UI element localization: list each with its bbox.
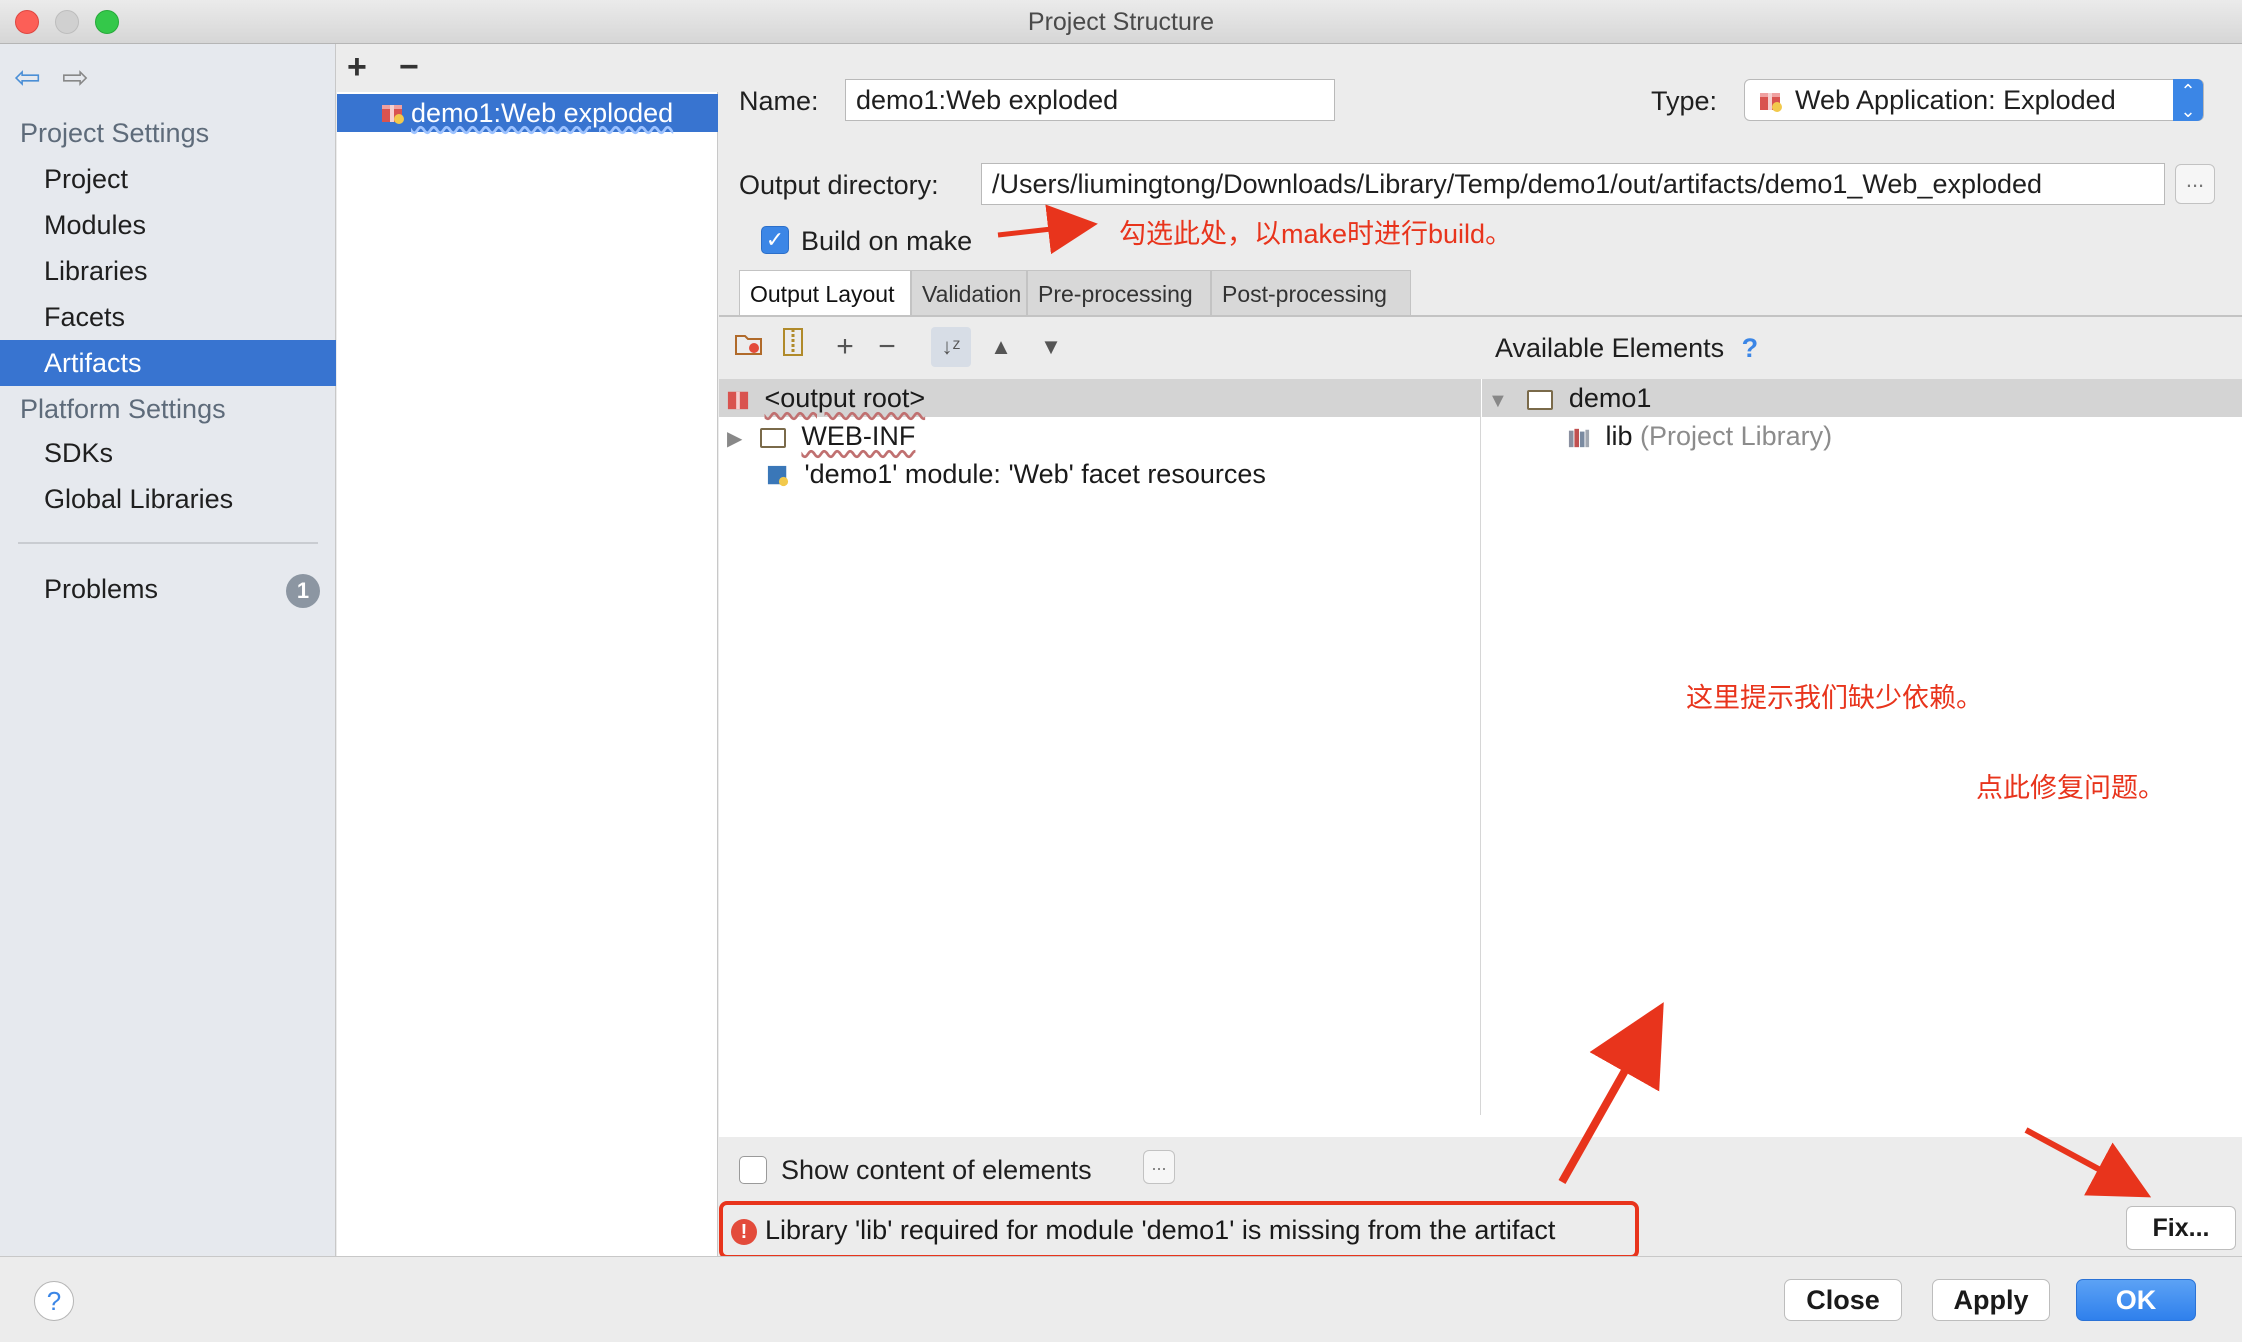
folder-icon [759, 427, 786, 448]
sidebar-item-global-libraries[interactable]: Global Libraries [0, 476, 336, 522]
tree-label-suffix: (Project Library) [1640, 421, 1833, 451]
sidebar-item-modules[interactable]: Modules [0, 202, 336, 248]
tab-output-layout[interactable]: Output Layout [739, 270, 911, 316]
error-message-box: ! Library 'lib' required for module 'dem… [719, 1201, 1639, 1259]
output-root-icon [727, 391, 749, 410]
sidebar-item-libraries[interactable]: Libraries [0, 248, 336, 294]
name-input[interactable]: demo1:Web exploded [845, 79, 1335, 121]
sidebar-item-artifacts[interactable]: Artifacts [0, 340, 336, 386]
web-artifact-icon [382, 105, 404, 124]
build-on-make-label[interactable]: Build on make [801, 226, 972, 257]
output-layout-panel: + − ↓ᶻ ▲ ▼ Available Elements ? <output … [719, 317, 2242, 1137]
tree-row-lib[interactable]: lib (Project Library) [1482, 417, 1832, 455]
tree-row-output-root[interactable]: <output root> [719, 379, 1481, 417]
show-content-checkbox[interactable] [739, 1156, 767, 1184]
tree-row-facet-resources[interactable]: 'demo1' module: 'Web' facet resources [719, 455, 1266, 493]
type-value: Web Application: Exploded [1795, 85, 2116, 115]
tree-label: 'demo1' module: 'Web' facet resources [804, 459, 1266, 489]
dialog-footer: ? Close Apply OK [0, 1256, 2242, 1342]
tab-pre-processing[interactable]: Pre-processing [1027, 270, 1211, 316]
sidebar-divider [18, 542, 318, 544]
web-artifact-icon [1760, 93, 1782, 112]
module-folder-icon [1527, 389, 1554, 410]
problems-label: Problems [44, 574, 159, 604]
missing-annotation-note: 这里提示我们缺少依赖。 [1686, 683, 1983, 713]
project-settings-header: Project Settings [20, 118, 210, 148]
tab-validation[interactable]: Validation [911, 270, 1027, 316]
sort-alpha-icon[interactable]: ↓ᶻ [931, 327, 971, 367]
ok-button[interactable]: OK [2076, 1279, 2196, 1321]
web-facet-icon [767, 465, 789, 486]
problems-count-badge: 1 [286, 574, 320, 608]
type-select[interactable]: Web Application: Exploded ⌃ ⌄ [1744, 79, 2204, 121]
expand-arrow-icon[interactable]: ▶ [727, 428, 742, 450]
library-icon [1568, 428, 1590, 448]
new-directory-icon[interactable] [729, 327, 769, 367]
sidebar-item-sdks[interactable]: SDKs [0, 430, 336, 476]
output-directory-input[interactable]: /Users/liumingtong/Downloads/Library/Tem… [981, 163, 2165, 205]
fix-button[interactable]: Fix... [2126, 1206, 2236, 1250]
artifacts-list-panel: + − demo1:Web exploded [337, 44, 718, 1256]
sidebar-item-problems[interactable]: Problems 1 [0, 566, 336, 612]
error-icon: ! [731, 1219, 757, 1245]
layout-bottom-bar: Show content of elements ... [719, 1137, 2242, 1201]
tab-post-processing[interactable]: Post-processing [1211, 270, 1411, 316]
add-artifact-button[interactable]: + [347, 48, 367, 87]
artifact-name: demo1:Web exploded [411, 98, 674, 128]
show-content-options-button[interactable]: ... [1143, 1150, 1175, 1184]
artifact-list-item[interactable]: demo1:Web exploded [337, 94, 718, 132]
type-label: Type: [1651, 86, 1718, 116]
name-label: Name: [739, 86, 819, 116]
title-bar: Project Structure [0, 0, 2242, 44]
move-down-icon[interactable]: ▼ [1031, 327, 1071, 367]
help-button[interactable]: ? [34, 1281, 74, 1321]
build-annotation-note: 勾选此处，以make时进行build。 [1119, 219, 1513, 249]
platform-settings-header: Platform Settings [20, 394, 226, 424]
browse-output-button[interactable]: ... [2175, 164, 2215, 204]
available-elements-title: Available Elements [1495, 333, 1725, 363]
tree-label: lib [1605, 421, 1633, 451]
tree-label: WEB-INF [801, 421, 916, 451]
select-stepper-icon: ⌃ ⌄ [2173, 79, 2203, 121]
show-content-label[interactable]: Show content of elements [781, 1155, 1092, 1186]
available-elements-tree: ▼ demo1 lib (Project Library) [1482, 379, 2242, 1115]
remove-artifact-button[interactable]: − [399, 48, 419, 87]
artifacts-toolbar: + − [337, 44, 718, 92]
move-up-icon[interactable]: ▲ [981, 327, 1021, 367]
window-title: Project Structure [1027, 8, 1215, 36]
output-directory-label: Output directory: [739, 170, 939, 200]
output-layout-tree: <output root> ▶ WEB-INF 'demo1' module: … [719, 379, 1481, 1115]
back-arrow-icon[interactable]: ⇦ [14, 58, 41, 96]
tree-label: <output root> [764, 383, 926, 413]
collapse-arrow-icon[interactable]: ▼ [1488, 390, 1508, 412]
tree-label: demo1 [1568, 383, 1652, 413]
sidebar-item-facets[interactable]: Facets [0, 294, 336, 340]
apply-button[interactable]: Apply [1932, 1279, 2050, 1321]
settings-sidebar: ⇦ ⇨ Project Settings Project Modules Lib… [0, 44, 336, 1256]
close-button[interactable]: Close [1784, 1279, 1902, 1321]
forward-arrow-icon[interactable]: ⇨ [62, 58, 89, 96]
fix-annotation-note: 点此修复问题。 [1976, 773, 2165, 803]
help-icon[interactable]: ? [1742, 333, 1759, 363]
tree-row-demo1[interactable]: ▼ demo1 [1482, 379, 2242, 417]
archive-icon[interactable] [773, 327, 813, 367]
add-element-icon[interactable]: + [825, 327, 865, 367]
remove-element-icon[interactable]: − [867, 327, 907, 367]
available-elements-header: Available Elements ? [1481, 317, 2242, 379]
artifact-editor: Name: demo1:Web exploded Type: Web Appli… [719, 44, 2242, 1259]
sidebar-item-project[interactable]: Project [0, 156, 336, 202]
error-text: Library 'lib' required for module 'demo1… [765, 1215, 1556, 1245]
tree-row-web-inf[interactable]: ▶ WEB-INF [719, 417, 915, 455]
build-on-make-checkbox[interactable]: ✓ [761, 226, 789, 254]
